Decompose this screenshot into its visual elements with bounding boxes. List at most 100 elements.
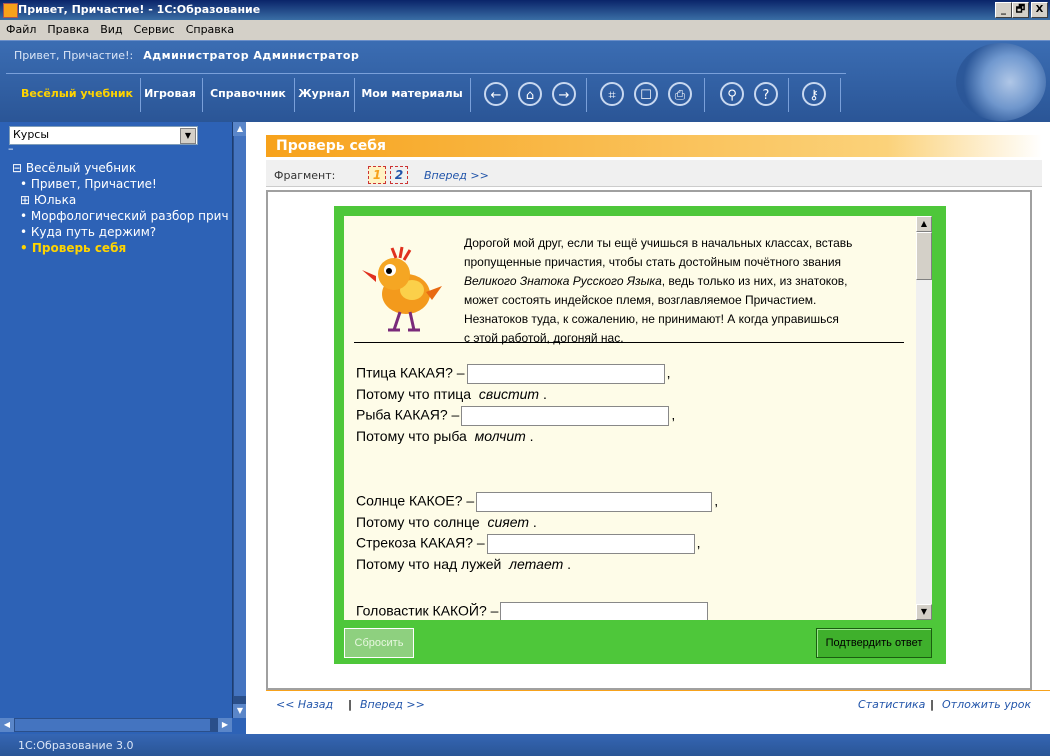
forward-icon[interactable]: →	[552, 82, 576, 106]
tree-item-privet-prichastie[interactable]: • Привет, Причастие!	[12, 176, 234, 192]
exercise-scrollbar[interactable]: ▲ ▼	[916, 216, 932, 620]
user-name: Администратор Администратор	[143, 49, 360, 62]
menu-service[interactable]: Сервис	[128, 20, 180, 36]
breadcrumb-lesson: Привет, Причастие!:	[14, 49, 134, 62]
search-icon[interactable]: ⚲	[720, 82, 744, 106]
because-text: Потому что солнце	[356, 514, 480, 530]
answer-input-5[interactable]	[500, 602, 709, 620]
hscroll-thumb[interactable]	[15, 719, 210, 731]
scroll-thumb[interactable]	[234, 136, 246, 696]
chevron-down-icon[interactable]: ▼	[180, 128, 196, 144]
postpone-lesson-link[interactable]: Отложить урок	[942, 698, 1031, 711]
tree-item-kuda-put[interactable]: • Куда путь держим?	[12, 224, 234, 240]
lesson-pane: Проверь себя Фрагмент: 1 2 Вперед >> Дор…	[246, 122, 1050, 734]
because-text: Потому что над лужей	[356, 556, 502, 572]
forward-link[interactable]: Вперед >>	[360, 698, 425, 711]
answer-input-3[interactable]	[476, 492, 713, 512]
tree-item-morfologicheskii[interactable]: • Морфологический разбор прич	[12, 208, 234, 224]
back-icon[interactable]: ←	[484, 82, 508, 106]
answer-input-1[interactable]	[466, 364, 665, 384]
question-row: Стрекоза КАКАЯ? –,	[356, 534, 701, 554]
tree-item-prover-sebya[interactable]: • Проверь себя	[12, 240, 234, 256]
tree-item-veselyi-uchebnik[interactable]: ⊟ Весёлый учебник	[12, 160, 234, 176]
scroll-down-icon[interactable]: ▼	[916, 604, 932, 620]
intro-line-tail: , ведь только из них, из знатоков,	[661, 274, 848, 288]
close-button[interactable]: X	[1031, 2, 1048, 18]
lesson-title: Проверь себя	[266, 135, 1042, 157]
question-row: Солнце КАКОЕ? –,	[356, 492, 718, 512]
status-bar: 1С:Образование 3.0	[0, 734, 1050, 756]
reset-button[interactable]: Сбросить	[344, 628, 414, 658]
key-icon[interactable]: ⚷	[802, 82, 826, 106]
scroll-left-icon[interactable]: ◀	[0, 718, 14, 732]
question-row: Птица КАКАЯ? –,	[356, 364, 670, 384]
sidebar-vertical-scrollbar[interactable]: ▲ ▼	[232, 122, 247, 718]
fragment-2[interactable]: 2	[390, 166, 408, 184]
intro-line: Великого Знатока Русского Языка, ведь то…	[464, 272, 904, 291]
statistics-link[interactable]: Статистика	[858, 698, 925, 711]
fullscreen-icon[interactable]: ⌗	[600, 82, 624, 106]
because-row: Потому что рыба молчит .	[356, 428, 534, 444]
verb-text: молчит	[474, 428, 526, 444]
menu-help[interactable]: Справка	[180, 20, 239, 36]
sidebar-horizontal-scrollbar[interactable]: ◀ ▶	[0, 718, 232, 732]
scroll-down-icon[interactable]: ▼	[233, 704, 247, 718]
divider	[354, 342, 904, 343]
scroll-up-icon[interactable]: ▲	[233, 122, 247, 136]
question-label: Головастик КАКОЙ? –	[356, 602, 499, 619]
menu-view[interactable]: Вид	[94, 20, 127, 36]
maximize-button[interactable]: 🗗	[1012, 2, 1029, 18]
tab-igrovaya[interactable]: Игровая	[142, 74, 198, 116]
window-title: Привет, Причастие! - 1С:Образование	[18, 3, 261, 16]
because-text: Потому что птица	[356, 386, 472, 402]
window-titlebar: Привет, Причастие! - 1С:Образование _ 🗗 …	[0, 0, 1050, 20]
exercise-box: Дорогой мой друг, если ты ещё учишься в …	[334, 206, 946, 664]
course-select[interactable]: Курсы ▼	[9, 126, 198, 145]
fragment-label: Фрагмент:	[274, 169, 336, 182]
menubar: Файл Правка Вид Сервис Справка	[0, 20, 1050, 40]
tab-veselyi-uchebnik[interactable]: Весёлый учебник	[18, 74, 136, 116]
tab-zhurnal[interactable]: Журнал	[298, 74, 350, 116]
tab-moi-materialy[interactable]: Мои материалы	[360, 74, 464, 116]
answer-input-4[interactable]	[486, 534, 695, 554]
intro-line: Дорогой мой друг, если ты ещё учишься в …	[464, 236, 853, 250]
app-icon	[3, 3, 18, 18]
intro-text: Дорогой мой друг, если ты ещё учишься в …	[464, 234, 904, 348]
exercise-scroll-thumb[interactable]	[916, 232, 932, 280]
content-frame: Дорогой мой друг, если ты ещё учишься в …	[266, 190, 1032, 690]
home-icon[interactable]: ⌂	[518, 82, 542, 106]
question-label: Птица КАКАЯ? –	[356, 364, 465, 381]
intro-line: может состоять индейское племя, возглавл…	[464, 293, 817, 307]
because-row: Потому что птица свистит .	[356, 386, 547, 402]
pointer-icon[interactable]: ☐	[634, 82, 658, 106]
tab-spravochnik[interactable]: Справочник	[206, 74, 290, 116]
tree-item-yulka[interactable]: ⊞ Юлька	[12, 192, 234, 208]
verb-text: сияет	[487, 514, 530, 530]
app-header: Привет, Причастие!: Администратор Админис…	[0, 40, 1050, 123]
confirm-answer-button[interactable]: Подтвердить ответ	[816, 628, 932, 658]
help-icon[interactable]: ?	[754, 82, 778, 106]
intro-line: Незнатоков туда, к сожалению, не принима…	[464, 312, 839, 326]
menu-file[interactable]: Файл	[0, 20, 41, 36]
scroll-right-icon[interactable]: ▶	[218, 718, 232, 732]
bottom-nav: << Назад | Вперед >> Статистика | Отложи…	[266, 690, 1050, 715]
minimize-button[interactable]: _	[995, 2, 1012, 18]
collapse-icon[interactable]: –	[8, 143, 18, 154]
disc-logo	[956, 43, 1046, 121]
verb-text: летает	[509, 556, 564, 572]
sidebar: Курсы ▼ – ⊟ Весёлый учебник • Привет, Пр…	[0, 122, 247, 734]
fragment-1[interactable]: 1	[368, 166, 386, 184]
question-label: Стрекоза КАКАЯ? –	[356, 534, 485, 551]
question-label: Солнце КАКОЕ? –	[356, 492, 475, 509]
print-icon[interactable]: ⎙	[668, 82, 692, 106]
scroll-up-icon[interactable]: ▲	[916, 216, 932, 232]
menu-edit[interactable]: Правка	[41, 20, 94, 36]
answer-input-2[interactable]	[461, 406, 670, 426]
bird-icon	[362, 246, 442, 332]
question-row: Головастик КАКОЙ? –	[356, 602, 710, 620]
fragment-forward-link[interactable]: Вперед >>	[424, 169, 489, 182]
intro-title-italic: Великого Знатока Русского Языка	[464, 274, 662, 288]
back-link[interactable]: << Назад	[276, 698, 333, 711]
fragment-bar: Фрагмент: 1 2 Вперед >>	[266, 160, 1042, 187]
separator: |	[930, 698, 935, 711]
